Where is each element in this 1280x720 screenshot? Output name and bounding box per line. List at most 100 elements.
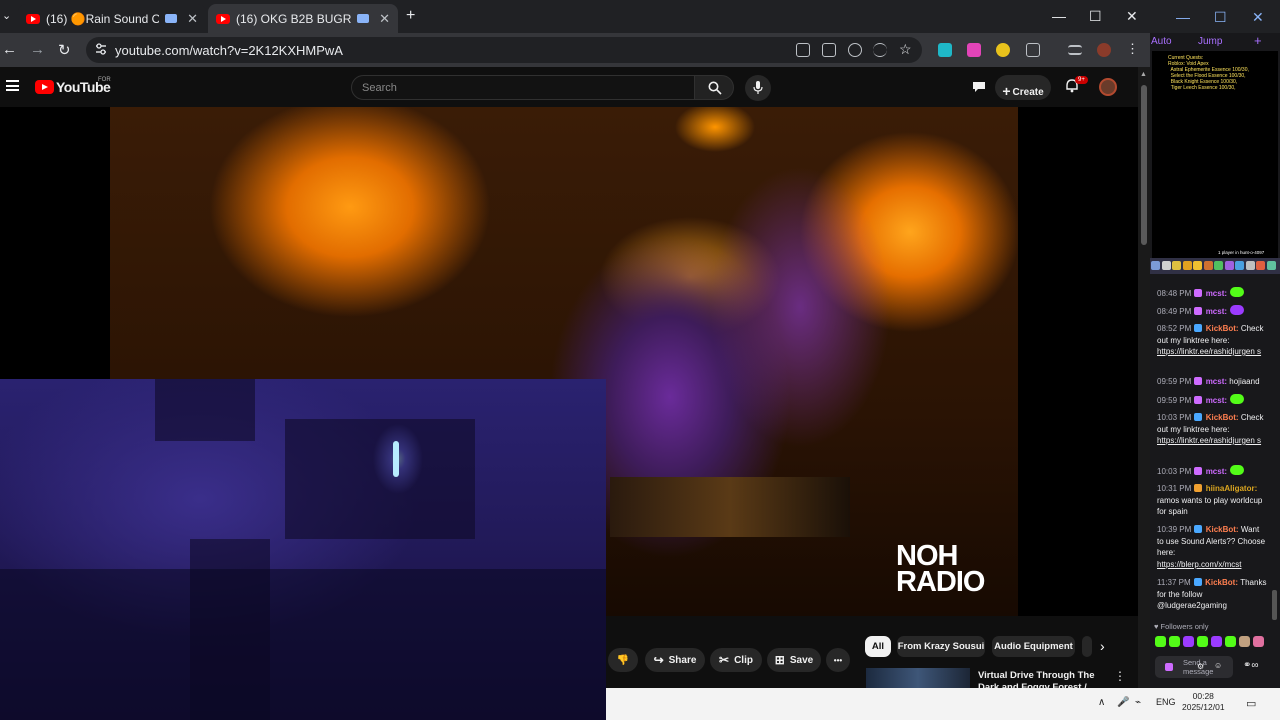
- emote-icon[interactable]: [1193, 261, 1202, 270]
- extension-pink-icon[interactable]: [967, 43, 981, 57]
- chips-next-icon[interactable]: ›: [1100, 638, 1105, 654]
- chat-link[interactable]: https://linktr.ee/rashidjurgen s: [1157, 347, 1261, 356]
- save-button[interactable]: ⊞ Save: [767, 648, 821, 672]
- tab-jump[interactable]: Jump: [1198, 36, 1222, 47]
- minimize-button[interactable]: —: [1052, 8, 1066, 24]
- quick-emote-icon[interactable]: [1183, 636, 1194, 647]
- reload-button[interactable]: ↻: [58, 41, 71, 59]
- quick-emote-icon[interactable]: [1253, 636, 1264, 647]
- back-button[interactable]: ←: [2, 41, 17, 58]
- bookmark-star-icon[interactable]: ☆: [899, 41, 913, 57]
- chat-scrollbar-thumb[interactable]: [1272, 590, 1277, 620]
- chat-username[interactable]: mcst:: [1203, 307, 1229, 316]
- chat-close-button[interactable]: ✕: [1252, 9, 1264, 26]
- tray-language[interactable]: ENG: [1156, 697, 1176, 707]
- audio-playing-icon: [165, 14, 178, 23]
- chat-username[interactable]: KickBot:: [1203, 525, 1240, 534]
- tray-network-icon[interactable]: ⌁: [1135, 697, 1141, 708]
- translate-icon[interactable]: [822, 43, 836, 57]
- chat-username[interactable]: mcst:: [1203, 467, 1229, 476]
- clip-button[interactable]: ✂ Clip: [710, 648, 762, 672]
- zoom-icon[interactable]: [848, 43, 862, 57]
- emote-icon[interactable]: [1172, 261, 1181, 270]
- quick-emote-icon[interactable]: [1169, 636, 1180, 647]
- chat-minimize-button[interactable]: —: [1176, 9, 1190, 25]
- chat-link[interactable]: https://blerp.com/x/mcst: [1157, 560, 1241, 569]
- cast-icon[interactable]: [796, 43, 810, 57]
- quick-emote-icon[interactable]: [1155, 636, 1166, 647]
- media-control-icon[interactable]: [1068, 45, 1082, 55]
- chrome-menu-icon[interactable]: ⋮: [1126, 41, 1140, 56]
- emote-icon[interactable]: [1161, 261, 1171, 270]
- more-actions-button[interactable]: •••: [826, 648, 850, 672]
- extension-yellow-icon[interactable]: [996, 43, 1010, 57]
- notification-center-icon[interactable]: ▭: [1246, 697, 1256, 710]
- emote-icon[interactable]: [1151, 261, 1160, 270]
- emote-icon[interactable]: [1182, 261, 1192, 270]
- chat-username[interactable]: mcst:: [1203, 377, 1229, 386]
- site-settings-icon[interactable]: [95, 42, 107, 56]
- chat-emote-picker-icon[interactable]: ☺: [1214, 661, 1222, 670]
- account-avatar[interactable]: [1099, 78, 1117, 96]
- extension-teal-icon[interactable]: [938, 43, 952, 57]
- taskbar-clock[interactable]: 00:28 2025/12/01: [1182, 691, 1225, 713]
- menu-icon[interactable]: [6, 80, 19, 91]
- dislike-button[interactable]: 👎: [608, 648, 638, 672]
- quick-emote-icon[interactable]: [1197, 636, 1208, 647]
- chat-username[interactable]: mcst:: [1203, 289, 1229, 298]
- tab-auto[interactable]: Auto: [1151, 36, 1172, 47]
- forward-button[interactable]: →: [30, 41, 45, 58]
- emote-icon[interactable]: [1266, 261, 1276, 270]
- recommendation-thumbnail[interactable]: [866, 668, 970, 688]
- recommendation-title[interactable]: Virtual Drive Through The Dark and Foggy…: [978, 670, 1108, 690]
- share-button[interactable]: ↪ Share: [645, 648, 705, 672]
- emote-icon[interactable]: [1224, 261, 1234, 270]
- chat-username[interactable]: KickBot:: [1203, 324, 1240, 333]
- maximize-button[interactable]: ☐: [1089, 8, 1102, 25]
- ask-chat-icon[interactable]: [972, 81, 986, 93]
- chat-link[interactable]: https://linktr.ee/rashidjurgen s: [1157, 436, 1261, 445]
- chat-users-icon[interactable]: ⚭∞: [1243, 660, 1259, 671]
- extensions-puzzle-icon[interactable]: [1026, 43, 1040, 57]
- quick-emote-icon[interactable]: [1211, 636, 1222, 647]
- tab-okg-b2b-bugra[interactable]: (16) OKG B2B BUGRA T | NO ✕: [208, 4, 398, 33]
- emote-icon[interactable]: [1256, 261, 1265, 270]
- emote-icon[interactable]: [1214, 261, 1223, 270]
- emote-icon[interactable]: [1203, 261, 1213, 270]
- chat-username[interactable]: KickBot:: [1203, 413, 1240, 422]
- create-button[interactable]: + Create: [995, 75, 1051, 100]
- quick-emote-icon[interactable]: [1239, 636, 1250, 647]
- voice-search-button[interactable]: [745, 75, 771, 101]
- emote-icon[interactable]: [1245, 261, 1255, 270]
- close-window-button[interactable]: ✕: [1126, 8, 1138, 25]
- eye-slash-icon[interactable]: [873, 43, 887, 57]
- emote-icon[interactable]: [1235, 261, 1244, 270]
- chat-maximize-button[interactable]: ☐: [1214, 9, 1227, 26]
- tab-close-icon[interactable]: ✕: [187, 11, 198, 27]
- tab-rain-sound[interactable]: (16) 🟠Rain Sound On Win ✕: [18, 4, 206, 33]
- search-button[interactable]: [694, 75, 734, 100]
- chat-username[interactable]: mcst:: [1203, 396, 1229, 405]
- scrollbar-thumb[interactable]: [1141, 85, 1147, 245]
- chip-all[interactable]: All: [865, 636, 891, 657]
- new-tab-button[interactable]: +: [406, 7, 415, 25]
- tab-list-chevron-icon[interactable]: ⌄: [2, 9, 11, 22]
- tray-chevron-icon[interactable]: ∧: [1098, 697, 1105, 708]
- youtube-logo-icon[interactable]: [35, 80, 54, 94]
- chip-partial[interactable]: [1082, 636, 1092, 657]
- scroll-up-arrow-icon[interactable]: ▲: [1140, 71, 1147, 78]
- add-tab-button[interactable]: +: [1254, 33, 1262, 48]
- tab-close-icon[interactable]: ✕: [379, 11, 390, 27]
- tray-mic-icon[interactable]: 🎤: [1117, 697, 1129, 708]
- chat-username[interactable]: KickBot:: [1203, 578, 1240, 587]
- quick-emote-icon[interactable]: [1225, 636, 1236, 647]
- chat-settings-icon[interactable]: ⚙: [1197, 662, 1204, 671]
- recommendation-menu-icon[interactable]: ⋮: [1114, 669, 1126, 683]
- profile-avatar-icon[interactable]: [1097, 43, 1111, 57]
- chip-audio-equipment[interactable]: Audio Equipment: [992, 636, 1075, 657]
- chat-timestamp: 10:03 PM: [1157, 413, 1194, 422]
- search-input[interactable]: Search: [351, 75, 695, 100]
- page-scrollbar[interactable]: ▲: [1138, 67, 1150, 688]
- chip-from-krazy-sousui[interactable]: From Krazy Sousui: [897, 636, 985, 657]
- chat-username[interactable]: hiinaAligator:: [1203, 484, 1258, 493]
